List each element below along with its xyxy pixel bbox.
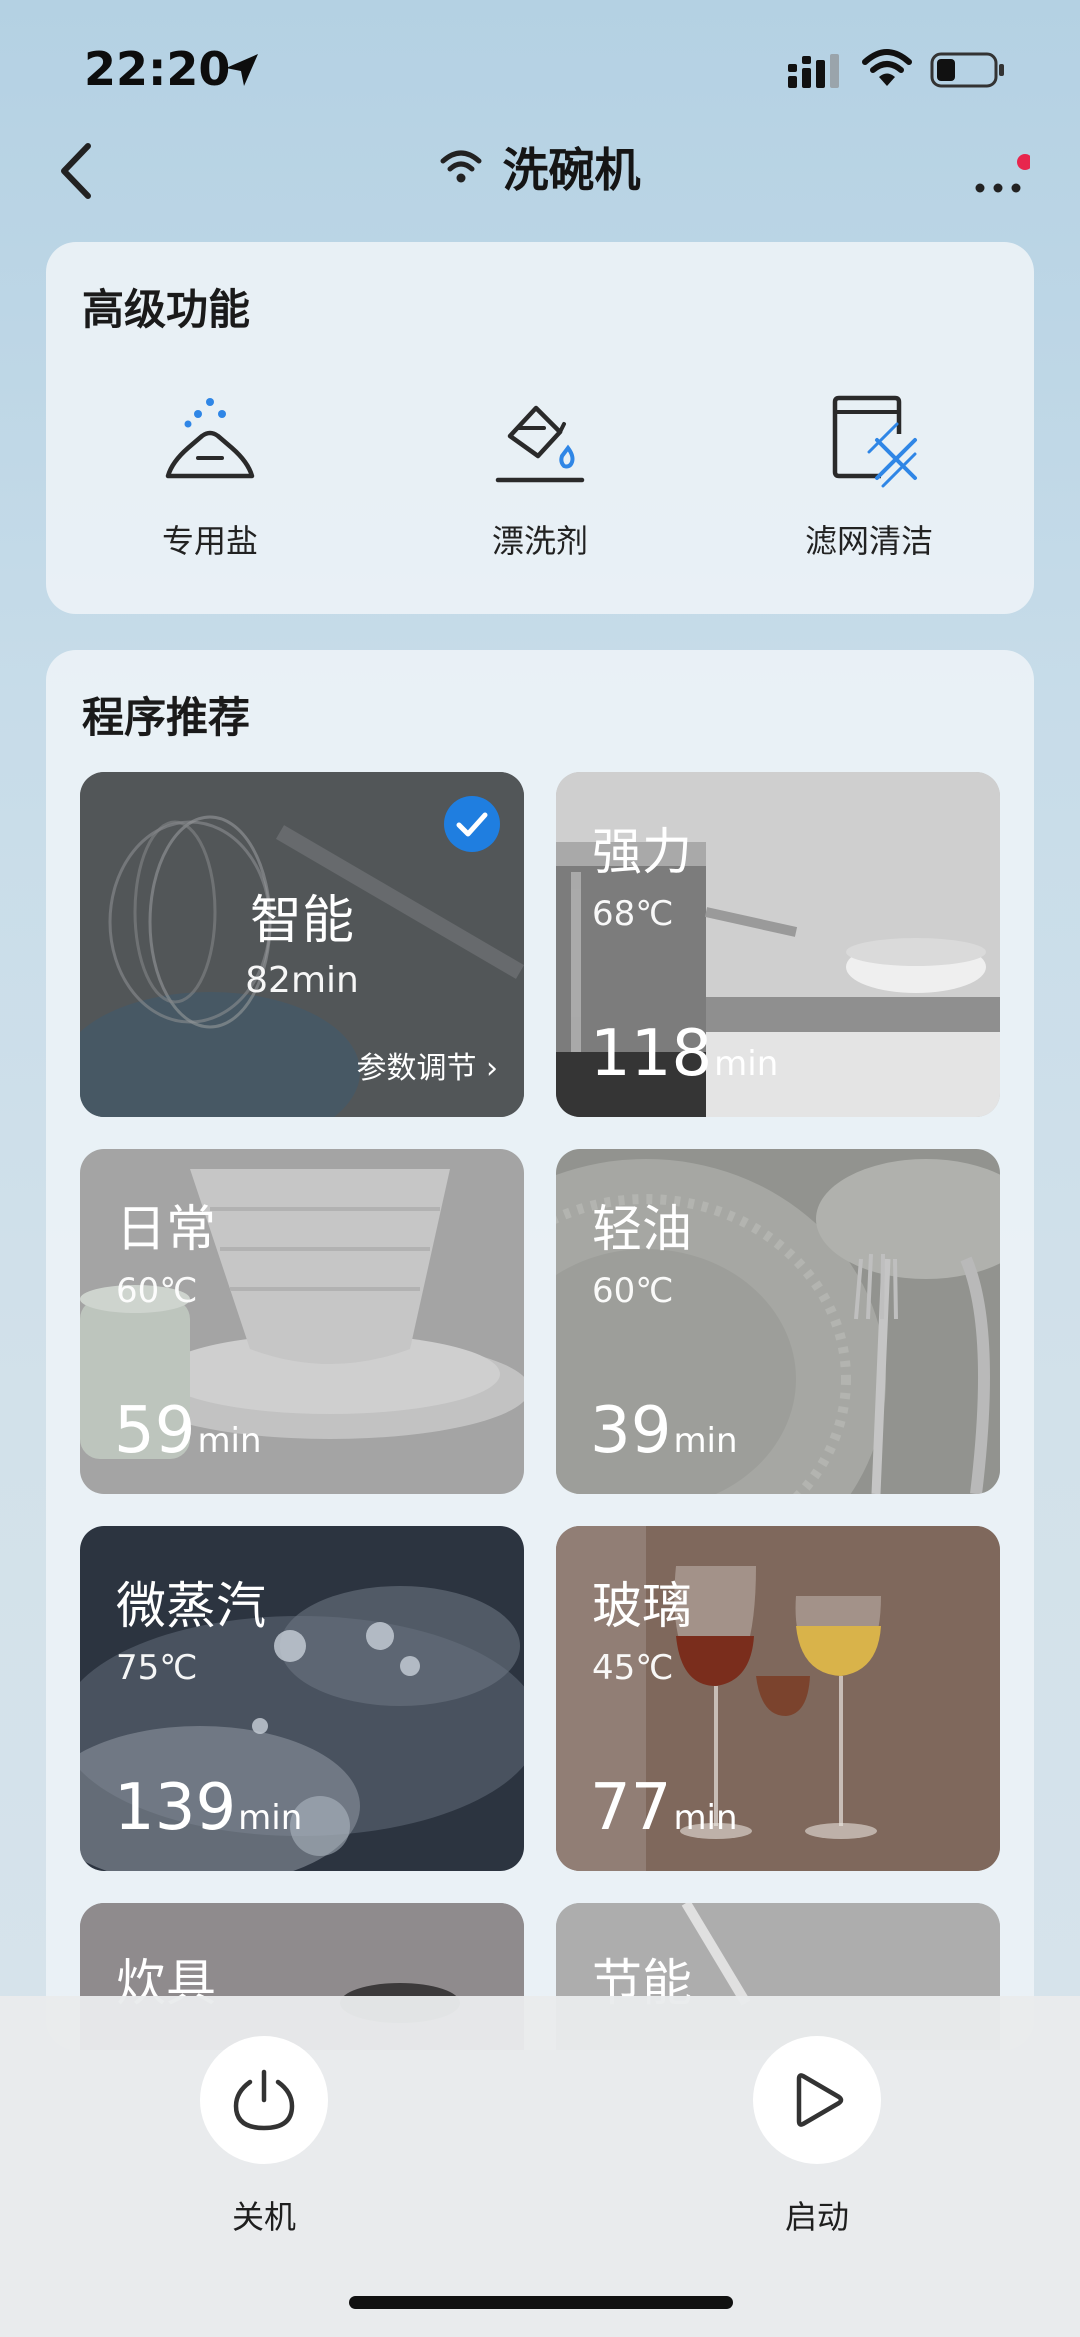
program-card-daily[interactable]: 日常 60℃ 59min — [80, 1149, 524, 1494]
param-adjust-link[interactable]: 参数调节 › — [356, 1043, 498, 1087]
program-duration: 39min — [590, 1394, 738, 1468]
battery-icon — [930, 52, 1004, 88]
bottom-control-bar: 关机 启动 — [0, 1996, 1080, 2337]
program-duration: 59min — [114, 1394, 262, 1468]
start-control: 启动 — [717, 2036, 917, 2238]
home-indicator[interactable] — [349, 2296, 733, 2309]
program-card-micro-steam[interactable]: 微蒸汽 75℃ 139min — [80, 1526, 524, 1871]
feature-rinse-aid[interactable]: 漂洗剂 — [420, 390, 660, 562]
duration-value: 39 — [590, 1394, 672, 1468]
power-off-label: 关机 — [231, 2198, 296, 2236]
program-temp: 60℃ — [592, 1271, 674, 1311]
advanced-functions-card: 高级功能 专用盐 漂洗剂 滤网清洁 — [46, 242, 1034, 614]
program-card-light-oil[interactable]: 轻油 60℃ 39min — [556, 1149, 1000, 1494]
status-time: 22:20 — [84, 42, 231, 96]
cellular-signal-icon — [788, 54, 839, 88]
salt-icon — [165, 398, 255, 479]
status-bar: 22:20 — [0, 0, 1080, 130]
play-icon — [796, 2073, 844, 2127]
feature-filter-clean[interactable]: 滤网清洁 — [749, 390, 989, 562]
feature-salt-label: 专用盐 — [161, 522, 258, 560]
program-card-smart[interactable]: 智能 82min 参数调节 › — [80, 772, 524, 1117]
program-duration: 118min — [590, 1017, 778, 1091]
more-options-icon[interactable] — [970, 148, 1030, 198]
duration-value: 77 — [590, 1771, 672, 1845]
duration-unit: min — [714, 1044, 779, 1084]
feature-salt[interactable]: 专用盐 — [90, 390, 330, 562]
duration-unit: min — [673, 1798, 738, 1838]
duration-value: 118 — [590, 1017, 713, 1091]
program-duration: 82min — [245, 960, 359, 1001]
program-name: 玻璃 — [592, 1577, 692, 1635]
program-temp: 45℃ — [592, 1648, 674, 1688]
advanced-functions-title: 高级功能 — [82, 285, 251, 334]
program-name: 微蒸汽 — [116, 1577, 266, 1635]
duration-value: 139 — [114, 1771, 237, 1845]
program-duration: 77min — [590, 1771, 738, 1845]
rinse-aid-icon — [495, 405, 585, 483]
start-label: 启动 — [784, 2198, 849, 2236]
start-button[interactable] — [753, 2036, 881, 2164]
feature-rinse-aid-label: 漂洗剂 — [491, 522, 588, 560]
power-off-control: 关机 — [164, 2036, 364, 2238]
program-duration: 139min — [114, 1771, 302, 1845]
program-name: 智能 — [249, 891, 354, 951]
feature-filter-clean-label: 滤网清洁 — [804, 522, 933, 560]
program-name: 强力 — [592, 823, 692, 881]
title-group: 洗碗机 — [0, 134, 1080, 200]
duration-unit: min — [673, 1421, 738, 1461]
power-off-button[interactable] — [200, 2036, 328, 2164]
program-card-intensive[interactable]: 强力 68℃ 118min — [556, 772, 1000, 1117]
power-icon — [233, 2069, 295, 2131]
duration-value: 59 — [114, 1394, 196, 1468]
program-card-glass[interactable]: 玻璃 45℃ 77min — [556, 1526, 1000, 1871]
program-temp: 60℃ — [116, 1271, 198, 1311]
page-title: 洗碗机 — [502, 143, 641, 197]
filter-clean-icon — [832, 395, 917, 488]
device-wifi-icon — [440, 150, 482, 183]
location-arrow-icon — [226, 54, 258, 86]
program-temp: 68℃ — [592, 894, 674, 934]
wifi-icon — [862, 49, 912, 86]
duration-unit: min — [197, 1421, 262, 1461]
program-recommend-card: 程序推荐 智能 82min 参数调节 › 强力 68℃ 118min 日常 60… — [46, 650, 1034, 2050]
nav-bar: 洗碗机 — [0, 120, 1080, 226]
program-temp: 75℃ — [116, 1648, 198, 1688]
duration-unit: min — [238, 1798, 303, 1838]
program-name: 轻油 — [592, 1200, 692, 1258]
program-recommend-title: 程序推荐 — [82, 693, 251, 742]
program-name: 日常 — [116, 1200, 216, 1258]
selected-check-icon — [444, 796, 500, 852]
